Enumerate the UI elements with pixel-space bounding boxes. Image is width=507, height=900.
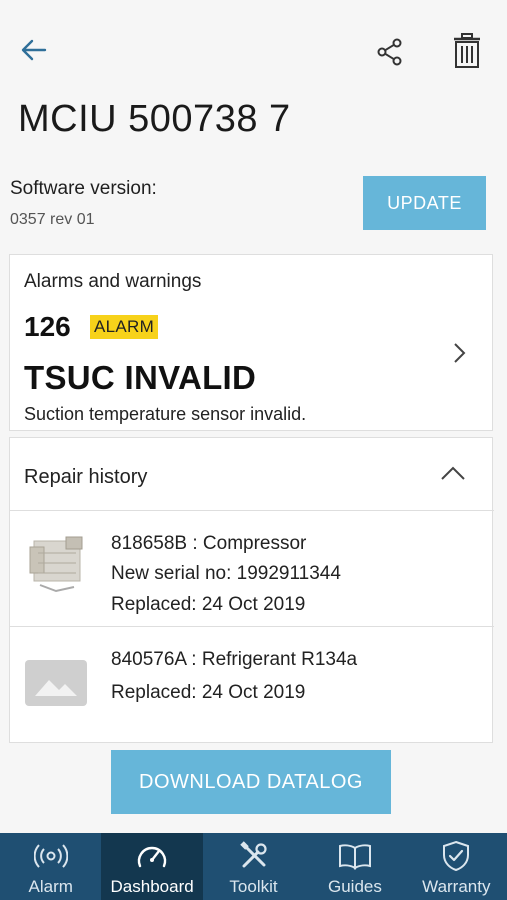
arrow-left-icon xyxy=(21,39,47,61)
top-bar xyxy=(0,0,507,100)
back-button[interactable] xyxy=(14,32,54,68)
tools-icon xyxy=(239,841,267,868)
page-title: MCIU 500738 7 xyxy=(18,98,291,140)
compressor-image xyxy=(29,536,83,593)
nav-item-alarm[interactable]: Alarm xyxy=(0,833,101,900)
chevron-up-icon[interactable] xyxy=(438,462,468,484)
chevron-right-icon xyxy=(454,343,466,363)
nav-label: Dashboard xyxy=(110,877,194,896)
repair-serial: New serial no: 1992911344 xyxy=(111,563,341,584)
repair-part: 840576A : Refrigerant R134a xyxy=(111,649,358,670)
nav-item-toolkit[interactable]: Toolkit xyxy=(203,833,304,900)
book-icon xyxy=(338,844,371,870)
image-placeholder-icon xyxy=(25,660,87,706)
software-version-label: Software version: xyxy=(10,178,157,199)
repair-part: 818658B : Compressor xyxy=(111,533,307,554)
software-version-value: 0357 rev 01 xyxy=(10,211,95,228)
nav-item-guides[interactable]: Guides xyxy=(304,833,405,900)
nav-label: Toolkit xyxy=(229,877,278,896)
alarms-card[interactable]: Alarms and warnings 126 ALARM TSUC INVAL… xyxy=(9,254,493,431)
dashboard-gauge-icon xyxy=(137,846,167,868)
nav-label: Alarm xyxy=(28,877,73,896)
share-icon xyxy=(377,38,402,66)
update-button[interactable]: UPDATE xyxy=(363,176,486,230)
list-item[interactable]: 818658B : Compressor New serial no: 1992… xyxy=(10,511,494,626)
nav-label: Warranty xyxy=(422,877,491,896)
alarm-signal-icon xyxy=(33,844,68,868)
list-item[interactable]: 840576A : Refrigerant R134a Replaced: 24… xyxy=(10,627,494,742)
alarm-name: TSUC INVALID xyxy=(24,359,257,396)
nav-item-dashboard[interactable]: Dashboard xyxy=(101,833,203,900)
nav-label: Guides xyxy=(327,877,382,896)
alarm-badge: ALARM xyxy=(90,315,159,339)
alarm-code: 126 xyxy=(24,311,71,342)
trash-icon xyxy=(454,33,480,68)
repair-date: Replaced: 24 Oct 2019 xyxy=(111,594,306,615)
bottom-nav: Alarm Dashboard Toolkit Guides Warranty xyxy=(0,833,507,900)
delete-button[interactable] xyxy=(446,30,488,72)
repair-history-heading: Repair history xyxy=(24,466,148,488)
download-datalog-button[interactable]: DOWNLOAD DATALOG xyxy=(111,750,391,814)
share-button[interactable] xyxy=(370,32,410,72)
repair-history-card: Repair history 818658B : Compressor New … xyxy=(9,437,494,743)
repair-date: Replaced: 24 Oct 2019 xyxy=(111,682,306,703)
alarm-description: Suction temperature sensor invalid. xyxy=(24,404,307,424)
alarms-heading: Alarms and warnings xyxy=(24,271,202,292)
nav-item-warranty[interactable]: Warranty xyxy=(406,833,507,900)
shield-check-icon xyxy=(443,840,470,872)
